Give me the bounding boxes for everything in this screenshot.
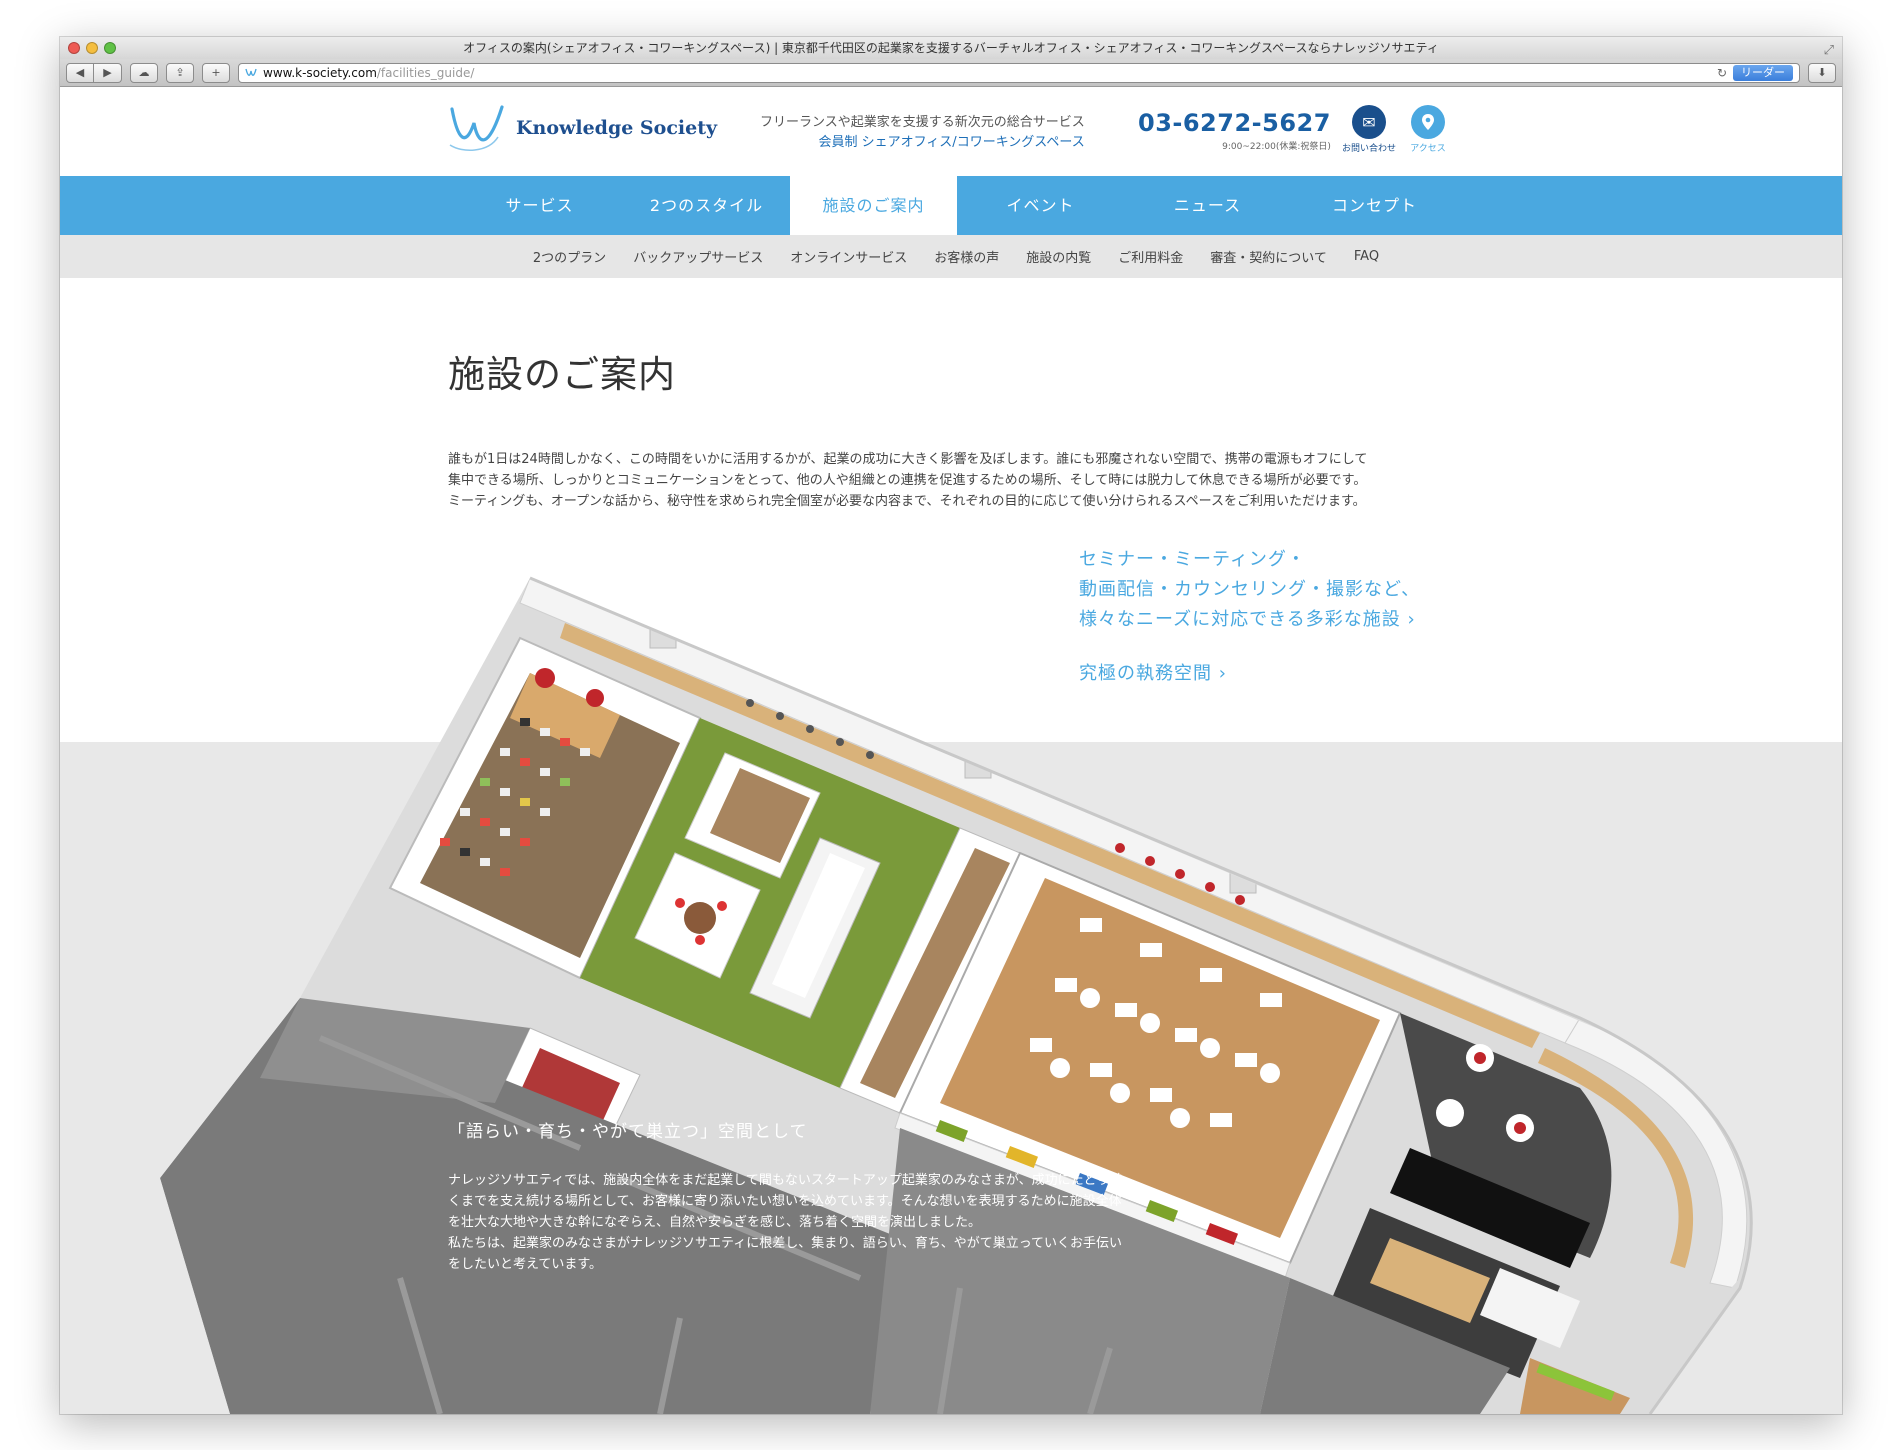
phone-block: 03-6272-5627 9:00~22:00(休業:祝祭日) (1138, 109, 1331, 152)
logo-mark-icon (449, 105, 504, 152)
address-bar[interactable]: www.k-society.com /facilities_guide/ ↻ リ… (238, 62, 1800, 83)
link-line: 動画配信・カウンセリング・撮影など、 (1079, 579, 1421, 600)
nav-item-events[interactable]: イベント (957, 176, 1124, 235)
contact-label: お問い合わせ (1341, 144, 1396, 154)
nav-item-facilities[interactable]: 施設のご案内 (790, 176, 957, 235)
business-hours: 9:00~22:00(休業:祝祭日) (1222, 142, 1331, 152)
main-content: 施設のご案内 誰もが1日は24時間しかなく、この時間をいかに活用するかが、起業の… (60, 278, 1842, 1414)
back-button[interactable]: ◀ (66, 62, 94, 83)
site-favicon (245, 68, 257, 76)
subnav-item-faq[interactable]: FAQ (1354, 249, 1379, 264)
concept-line: をしたいと考えています。 (448, 1257, 603, 1272)
tagline: フリーランスや起業家を支援する新次元の総合サービス 会員制 シェアオフィス/コワ… (760, 113, 1085, 153)
subnav-item-backup[interactable]: バックアップサービス (633, 247, 763, 266)
diverse-facilities-link[interactable]: セミナー・ミーティング・ 動画配信・カウンセリング・撮影など、 様々なニーズに対… (1079, 545, 1420, 635)
concept-line: くまでを支え続ける場所として、お客様に寄り添いたい想いを込めています。そんな想い… (448, 1194, 1122, 1209)
downloads-icon[interactable]: ⬇ (1808, 62, 1836, 83)
logo-text: Knowledge Society (516, 117, 718, 139)
nav-item-services[interactable]: サービス (456, 176, 623, 235)
fullscreen-icon[interactable]: ⤢ (1824, 40, 1834, 59)
window-title: オフィスの案内(シェアオフィス・コワーキングスペース) | 東京都千代田区の起業… (463, 41, 1439, 55)
nav-item-styles[interactable]: 2つのスタイル (623, 176, 790, 235)
zoom-window-button[interactable] (104, 42, 116, 54)
icloud-tabs-icon[interactable]: ☁ (130, 62, 158, 83)
tagline-line2: 会員制 シェアオフィス/コワーキングスペース (818, 135, 1085, 150)
subnav-item-contract[interactable]: 審査・契約について (1210, 247, 1327, 266)
site-logo[interactable]: Knowledge Society (448, 101, 717, 155)
link-line: セミナー・ミーティング・ (1079, 549, 1306, 570)
mail-icon: ✉ (1352, 105, 1386, 139)
minimize-window-button[interactable] (86, 42, 98, 54)
access-link[interactable]: アクセス (1398, 105, 1458, 154)
window-controls (68, 42, 116, 54)
subnav-item-pricing[interactable]: ご利用料金 (1118, 247, 1183, 266)
facility-links: セミナー・ミーティング・ 動画配信・カウンセリング・撮影など、 様々なニーズに対… (1079, 545, 1420, 685)
link-line: 様々なニーズに対応できる多彩な施設 › (1079, 609, 1416, 630)
browser-toolbar: ◀ ▶ ☁ ⇪ + www.k-society.com /facilities_… (60, 59, 1842, 87)
subnav-item-tour[interactable]: 施設の内覧 (1026, 247, 1091, 266)
browser-window: オフィスの案内(シェアオフィス・コワーキングスペース) | 東京都千代田区の起業… (60, 37, 1842, 1414)
access-label: アクセス (1410, 144, 1446, 154)
share-icon[interactable]: ⇪ (166, 62, 194, 83)
concept-line: 私たちは、起業家のみなさまがナレッジソサエティに根差し、集まり、語らい、育ち、や… (448, 1236, 1123, 1251)
contact-link[interactable]: ✉ お問い合わせ (1339, 105, 1399, 154)
new-tab-button[interactable]: + (202, 62, 230, 83)
main-nav: サービス 2つのスタイル 施設のご案内 イベント ニュース コンセプト (60, 176, 1842, 235)
sub-nav: 2つのプラン バックアップサービス オンラインサービス お客様の声 施設の内覧 … (60, 235, 1842, 278)
concept-line: を壮大な大地や大きな幹になぞらえ、自然や安らぎを感じ、落ち着く空間を演出しました… (448, 1215, 982, 1230)
nav-item-concept[interactable]: コンセプト (1291, 176, 1458, 235)
map-pin-icon (1411, 105, 1445, 139)
tagline-line1: フリーランスや起業家を支援する新次元の総合サービス (760, 115, 1085, 130)
nav-item-news[interactable]: ニュース (1124, 176, 1291, 235)
forward-button[interactable]: ▶ (94, 62, 122, 83)
reload-icon[interactable]: ↻ (1717, 66, 1727, 80)
close-window-button[interactable] (68, 42, 80, 54)
reader-button[interactable]: リーダー (1733, 64, 1793, 81)
concept-heading: 「語らい・育ち・やがて巣立つ」空間として (448, 1122, 808, 1142)
site-header: Knowledge Society フリーランスや起業家を支援する新次元の総合サ… (60, 87, 1842, 176)
subnav-item-online[interactable]: オンラインサービス (790, 247, 907, 266)
workspace-link[interactable]: 究極の執務空間 › (1079, 659, 1420, 685)
subnav-item-plans[interactable]: 2つのプラン (533, 247, 606, 266)
phone-number[interactable]: 03-6272-5627 (1138, 109, 1331, 137)
title-bar: オフィスの案内(シェアオフィス・コワーキングスペース) | 東京都千代田区の起業… (60, 37, 1842, 59)
url-host: www.k-society.com (263, 65, 377, 80)
history-buttons: ◀ ▶ (66, 62, 122, 83)
subnav-item-voices[interactable]: お客様の声 (934, 247, 999, 266)
concept-overlay: 「語らい・育ち・やがて巣立つ」空間として ナレッジソサエティでは、施設内全体をま… (448, 1117, 1208, 1275)
url-path: /facilities_guide/ (376, 65, 475, 80)
concept-paragraph: ナレッジソサエティでは、施設内全体をまだ起業して間もないスタートアップ起業家のみ… (448, 1170, 1208, 1275)
concept-line: ナレッジソサエティでは、施設内全体をまだ起業して間もないスタートアップ起業家のみ… (448, 1173, 1123, 1188)
